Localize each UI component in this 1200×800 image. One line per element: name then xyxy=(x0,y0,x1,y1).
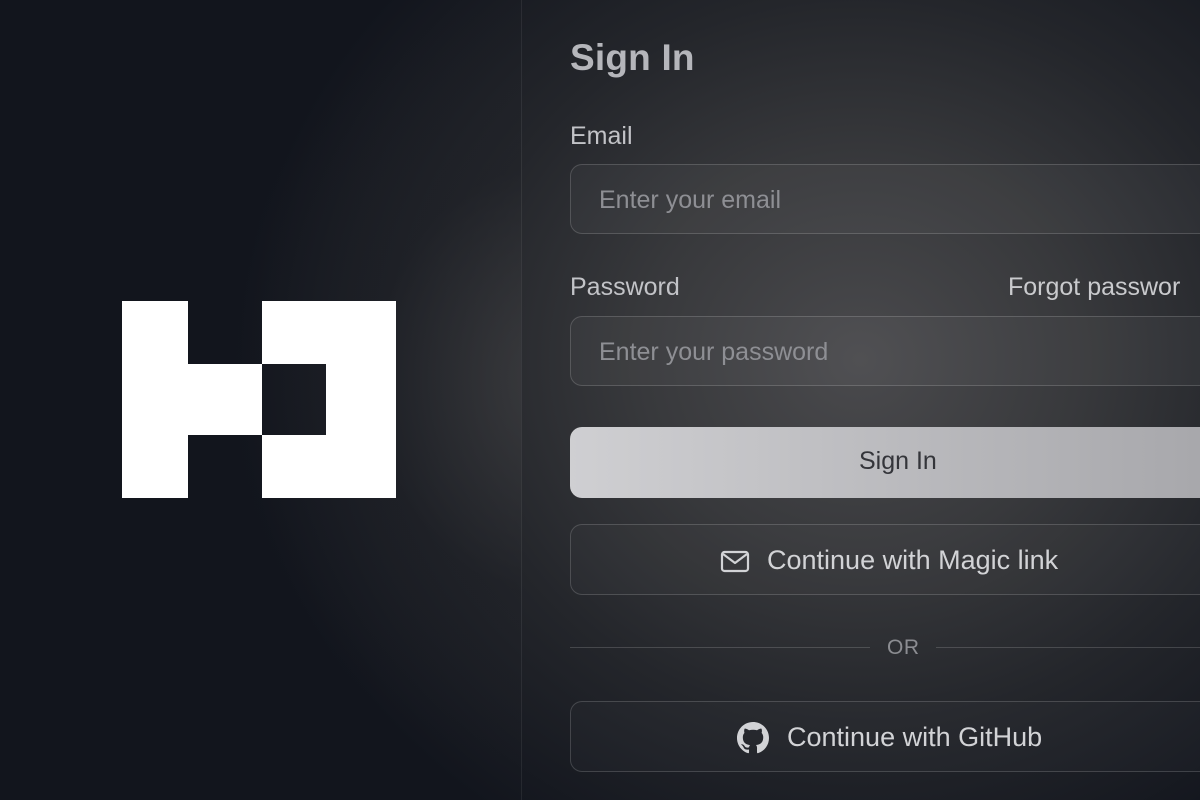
mail-icon xyxy=(720,550,750,573)
password-field-container xyxy=(570,316,1200,387)
github-icon xyxy=(737,722,769,754)
password-field[interactable] xyxy=(597,317,1200,387)
github-button-label: Continue with GitHub xyxy=(787,722,1043,752)
magic-link-button-label: Continue with Magic link xyxy=(767,545,1059,575)
or-divider-line-left xyxy=(570,647,870,648)
sign-in-button[interactable]: Sign In xyxy=(570,427,1200,498)
or-divider-line-right xyxy=(936,647,1200,648)
sign-in-button-label: Sign In xyxy=(859,447,937,475)
email-label: Email xyxy=(570,122,633,150)
password-label: Password xyxy=(570,273,680,301)
signin-page: Sign In Email Password Forgot passwor Si… xyxy=(0,0,1200,800)
email-field-container xyxy=(570,164,1200,235)
brand-panel xyxy=(0,0,521,800)
email-field[interactable] xyxy=(597,165,1200,235)
or-divider-text: OR xyxy=(887,636,920,659)
or-divider: OR xyxy=(570,636,1200,660)
panel-divider xyxy=(521,0,522,800)
signin-form: Sign In Email Password Forgot passwor Si… xyxy=(570,0,1200,800)
magic-link-button[interactable]: Continue with Magic link xyxy=(570,524,1200,595)
brand-logo-icon xyxy=(122,301,396,498)
page-title: Sign In xyxy=(570,37,695,78)
forgot-password-link[interactable]: Forgot passwor xyxy=(1008,273,1180,302)
github-button[interactable]: Continue with GitHub xyxy=(570,701,1200,772)
